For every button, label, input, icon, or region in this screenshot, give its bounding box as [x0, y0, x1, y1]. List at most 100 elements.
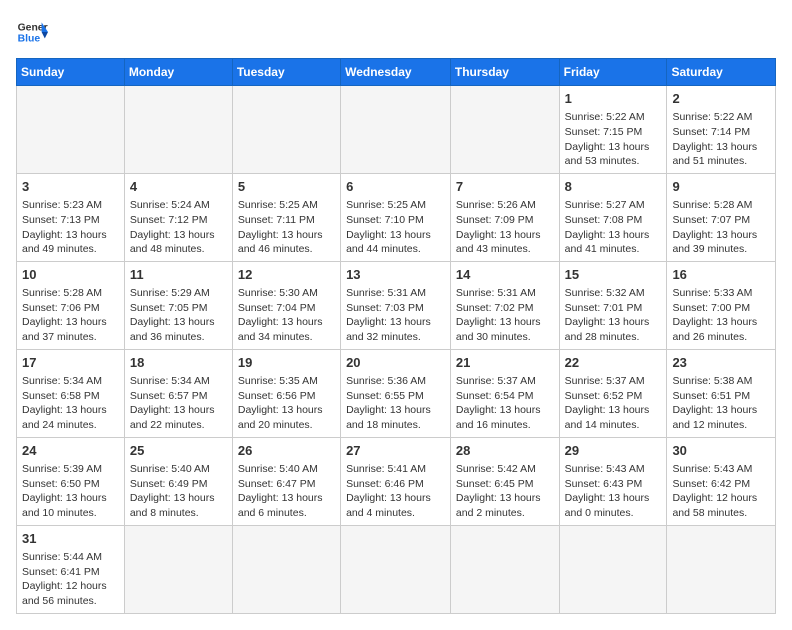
day-number: 3	[22, 178, 119, 196]
calendar-cell: 30Sunrise: 5:43 AM Sunset: 6:42 PM Dayli…	[667, 437, 776, 525]
calendar-header-sunday: Sunday	[17, 59, 125, 86]
day-number: 4	[130, 178, 227, 196]
day-info: Sunrise: 5:40 AM Sunset: 6:49 PM Dayligh…	[130, 462, 227, 521]
calendar-cell: 22 Sunrise: 5:37 AM Sunset: 6:52 PM Dayli…	[559, 349, 667, 437]
calendar-header-monday: Monday	[124, 59, 232, 86]
day-number: 25	[130, 442, 227, 460]
calendar-cell: 1Sunrise: 5:22 AM Sunset: 7:15 PM Daylig…	[559, 86, 667, 174]
day-info: Sunrise: 5:36 AM Sunset: 6:55 PM Dayligh…	[346, 374, 445, 433]
day-info: Sunrise: 5:41 AM Sunset: 6:46 PM Dayligh…	[346, 462, 445, 521]
calendar-cell	[124, 86, 232, 174]
calendar-cell: 15Sunrise: 5:32 AM Sunset: 7:01 PM Dayli…	[559, 261, 667, 349]
calendar-cell: 17Sunrise: 5:34 AM Sunset: 6:58 PM Dayli…	[17, 349, 125, 437]
calendar-cell	[17, 86, 125, 174]
day-info: Sunrise: 5:25 AM Sunset: 7:10 PM Dayligh…	[346, 198, 445, 257]
calendar-week-6: 31 Sunrise: 5:44 AM Sunset: 6:41 PM Dayli…	[17, 525, 776, 613]
day-info: Sunrise: 5:34 AM Sunset: 6:57 PM Dayligh…	[130, 374, 227, 433]
day-number: 10	[22, 266, 119, 284]
calendar-header-tuesday: Tuesday	[232, 59, 340, 86]
day-info: Sunrise: 5:28 AM Sunset: 7:07 PM Dayligh…	[672, 198, 770, 257]
day-info: Sunrise: 5:22 AM Sunset: 7:14 PM Dayligh…	[672, 110, 770, 169]
day-number: 17	[22, 354, 119, 372]
calendar-cell	[124, 525, 232, 613]
calendar-cell: 21Sunrise: 5:37 AM Sunset: 6:54 PM Dayli…	[450, 349, 559, 437]
calendar-cell	[450, 525, 559, 613]
calendar-week-1: 1Sunrise: 5:22 AM Sunset: 7:15 PM Daylig…	[17, 86, 776, 174]
calendar-header-friday: Friday	[559, 59, 667, 86]
day-number: 29	[565, 442, 662, 460]
calendar-cell	[341, 86, 451, 174]
day-info: Sunrise: 5:42 AM Sunset: 6:45 PM Dayligh…	[456, 462, 554, 521]
calendar-cell: 29 Sunrise: 5:43 AM Sunset: 6:43 PM Dayli…	[559, 437, 667, 525]
calendar-cell	[232, 86, 340, 174]
logo: General Blue	[16, 16, 48, 48]
calendar-cell: 11Sunrise: 5:29 AM Sunset: 7:05 PM Dayli…	[124, 261, 232, 349]
calendar-week-4: 17Sunrise: 5:34 AM Sunset: 6:58 PM Dayli…	[17, 349, 776, 437]
day-info: Sunrise: 5:35 AM Sunset: 6:56 PM Dayligh…	[238, 374, 335, 433]
calendar-cell: 24 Sunrise: 5:39 AM Sunset: 6:50 PM Dayli…	[17, 437, 125, 525]
calendar-week-3: 10 Sunrise: 5:28 AM Sunset: 7:06 PM Dayli…	[17, 261, 776, 349]
calendar: SundayMondayTuesdayWednesdayThursdayFrid…	[16, 58, 776, 614]
calendar-cell: 20Sunrise: 5:36 AM Sunset: 6:55 PM Dayli…	[341, 349, 451, 437]
day-number: 5	[238, 178, 335, 196]
calendar-cell: 23Sunrise: 5:38 AM Sunset: 6:51 PM Dayli…	[667, 349, 776, 437]
day-number: 27	[346, 442, 445, 460]
calendar-cell: 27 Sunrise: 5:41 AM Sunset: 6:46 PM Dayli…	[341, 437, 451, 525]
calendar-cell	[232, 525, 340, 613]
calendar-cell: 19 Sunrise: 5:35 AM Sunset: 6:56 PM Dayli…	[232, 349, 340, 437]
day-number: 9	[672, 178, 770, 196]
day-info: Sunrise: 5:29 AM Sunset: 7:05 PM Dayligh…	[130, 286, 227, 345]
day-number: 8	[565, 178, 662, 196]
calendar-cell: 5Sunrise: 5:25 AM Sunset: 7:11 PM Daylig…	[232, 173, 340, 261]
calendar-cell: 10 Sunrise: 5:28 AM Sunset: 7:06 PM Dayli…	[17, 261, 125, 349]
calendar-cell: 8 Sunrise: 5:27 AM Sunset: 7:08 PM Daylig…	[559, 173, 667, 261]
header: General Blue	[16, 16, 776, 48]
logo-icon: General Blue	[16, 16, 48, 48]
calendar-cell: 4 Sunrise: 5:24 AM Sunset: 7:12 PM Daylig…	[124, 173, 232, 261]
calendar-cell	[450, 86, 559, 174]
day-info: Sunrise: 5:38 AM Sunset: 6:51 PM Dayligh…	[672, 374, 770, 433]
day-info: Sunrise: 5:31 AM Sunset: 7:02 PM Dayligh…	[456, 286, 554, 345]
calendar-header-row: SundayMondayTuesdayWednesdayThursdayFrid…	[17, 59, 776, 86]
day-number: 13	[346, 266, 445, 284]
day-info: Sunrise: 5:27 AM Sunset: 7:08 PM Dayligh…	[565, 198, 662, 257]
calendar-header-wednesday: Wednesday	[341, 59, 451, 86]
calendar-cell: 7Sunrise: 5:26 AM Sunset: 7:09 PM Daylig…	[450, 173, 559, 261]
day-info: Sunrise: 5:39 AM Sunset: 6:50 PM Dayligh…	[22, 462, 119, 521]
calendar-cell: 6 Sunrise: 5:25 AM Sunset: 7:10 PM Daylig…	[341, 173, 451, 261]
calendar-cell: 28 Sunrise: 5:42 AM Sunset: 6:45 PM Dayli…	[450, 437, 559, 525]
day-info: Sunrise: 5:24 AM Sunset: 7:12 PM Dayligh…	[130, 198, 227, 257]
calendar-cell: 14 Sunrise: 5:31 AM Sunset: 7:02 PM Dayli…	[450, 261, 559, 349]
day-info: Sunrise: 5:43 AM Sunset: 6:43 PM Dayligh…	[565, 462, 662, 521]
day-number: 24	[22, 442, 119, 460]
day-info: Sunrise: 5:44 AM Sunset: 6:41 PM Dayligh…	[22, 550, 119, 609]
calendar-cell	[667, 525, 776, 613]
day-number: 19	[238, 354, 335, 372]
calendar-cell: 26Sunrise: 5:40 AM Sunset: 6:47 PM Dayli…	[232, 437, 340, 525]
day-number: 21	[456, 354, 554, 372]
calendar-cell: 12 Sunrise: 5:30 AM Sunset: 7:04 PM Dayli…	[232, 261, 340, 349]
calendar-week-2: 3 Sunrise: 5:23 AM Sunset: 7:13 PM Daylig…	[17, 173, 776, 261]
calendar-cell: 31 Sunrise: 5:44 AM Sunset: 6:41 PM Dayli…	[17, 525, 125, 613]
day-number: 30	[672, 442, 770, 460]
day-number: 18	[130, 354, 227, 372]
day-info: Sunrise: 5:37 AM Sunset: 6:52 PM Dayligh…	[565, 374, 662, 433]
day-number: 12	[238, 266, 335, 284]
day-info: Sunrise: 5:40 AM Sunset: 6:47 PM Dayligh…	[238, 462, 335, 521]
day-number: 6	[346, 178, 445, 196]
calendar-cell	[341, 525, 451, 613]
day-info: Sunrise: 5:23 AM Sunset: 7:13 PM Dayligh…	[22, 198, 119, 257]
day-info: Sunrise: 5:26 AM Sunset: 7:09 PM Dayligh…	[456, 198, 554, 257]
calendar-cell: 2Sunrise: 5:22 AM Sunset: 7:14 PM Daylig…	[667, 86, 776, 174]
calendar-cell: 9 Sunrise: 5:28 AM Sunset: 7:07 PM Daylig…	[667, 173, 776, 261]
day-number: 31	[22, 530, 119, 548]
day-number: 14	[456, 266, 554, 284]
day-number: 22	[565, 354, 662, 372]
day-info: Sunrise: 5:31 AM Sunset: 7:03 PM Dayligh…	[346, 286, 445, 345]
day-info: Sunrise: 5:30 AM Sunset: 7:04 PM Dayligh…	[238, 286, 335, 345]
calendar-header-saturday: Saturday	[667, 59, 776, 86]
calendar-cell: 3 Sunrise: 5:23 AM Sunset: 7:13 PM Daylig…	[17, 173, 125, 261]
day-number: 1	[565, 90, 662, 108]
day-number: 28	[456, 442, 554, 460]
day-info: Sunrise: 5:28 AM Sunset: 7:06 PM Dayligh…	[22, 286, 119, 345]
